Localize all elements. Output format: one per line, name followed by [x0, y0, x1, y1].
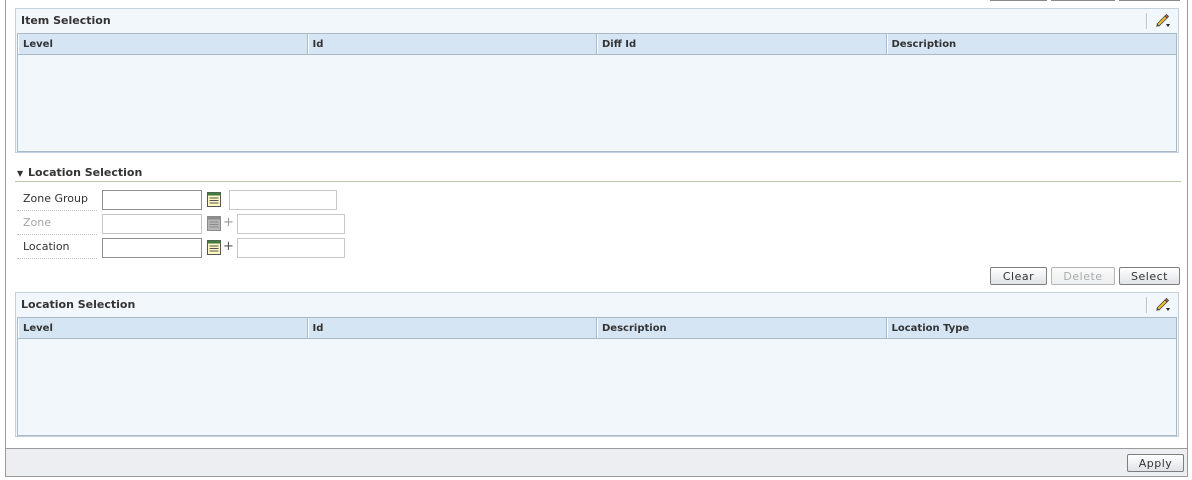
zone-label: Zone — [17, 213, 97, 235]
zone-group-input[interactable] — [102, 190, 202, 210]
location-selection-title: Location Selection — [21, 298, 136, 311]
column-header-location-type[interactable]: Location Type — [886, 318, 1177, 338]
item-selection-toolbar — [1146, 12, 1172, 30]
column-header-description[interactable]: Description — [597, 318, 887, 338]
dialog-footer: Apply — [5, 448, 1188, 477]
column-header-level[interactable]: Level — [18, 318, 308, 338]
item-selection-title: Item Selection — [21, 14, 111, 27]
triangle-down-icon[interactable]: ▼ — [17, 169, 23, 178]
add-multiple-icon[interactable]: + — [223, 240, 234, 254]
select-button[interactable]: Select — [1119, 267, 1180, 285]
table-header-row: Level Id Description Location Type — [18, 318, 1176, 339]
top-button-stub — [990, 0, 1047, 1]
location-selection-panel: Location Selection Level Id Description … — [15, 292, 1179, 437]
zone-group-label: Zone Group — [17, 189, 97, 211]
top-button-stub — [1051, 0, 1115, 1]
location-description — [237, 238, 345, 258]
list-picker-icon[interactable] — [207, 192, 221, 207]
clear-button[interactable]: Clear — [990, 267, 1047, 285]
zone-group-row: Zone Group — [17, 189, 347, 211]
location-selection-header: Location Selection — [16, 293, 1178, 317]
item-selection-table: Level Id Diff Id Description — [17, 33, 1177, 152]
window-frame-right — [1187, 0, 1188, 450]
location-section-title: Location Selection — [28, 166, 143, 179]
table-body — [18, 55, 1176, 151]
toolbar-divider — [1146, 13, 1148, 29]
delete-button: Delete — [1051, 267, 1115, 285]
zone-input — [102, 214, 202, 234]
column-header-level[interactable]: Level — [18, 34, 308, 54]
location-label: Location — [17, 237, 97, 259]
zone-group-description — [229, 190, 337, 210]
top-button-row-edge — [0, 0, 1192, 2]
pencil-edit-icon[interactable] — [1154, 296, 1172, 315]
location-row: Location + — [17, 237, 347, 259]
zone-description — [237, 214, 345, 234]
add-multiple-icon: + — [223, 215, 234, 230]
pencil-edit-icon[interactable] — [1154, 12, 1172, 31]
window-frame-left — [5, 0, 6, 450]
apply-button[interactable]: Apply — [1127, 454, 1184, 472]
table-header-row: Level Id Diff Id Description — [18, 34, 1176, 55]
toolbar-divider — [1146, 297, 1148, 313]
location-selection-toolbar — [1146, 296, 1172, 314]
zone-row: Zone + — [17, 213, 347, 235]
item-selection-header: Item Selection — [16, 9, 1178, 33]
location-selection-section[interactable]: ▼ Location Selection — [15, 165, 1181, 182]
location-input[interactable] — [102, 238, 202, 258]
table-body — [18, 339, 1176, 435]
column-header-id[interactable]: Id — [307, 34, 597, 54]
column-header-diff-id[interactable]: Diff Id — [597, 34, 887, 54]
column-header-description[interactable]: Description — [886, 34, 1177, 54]
location-selection-table: Level Id Description Location Type — [17, 317, 1177, 436]
top-button-stub — [1119, 0, 1180, 1]
list-picker-icon-disabled — [207, 216, 221, 231]
column-header-id[interactable]: Id — [307, 318, 597, 338]
list-picker-icon[interactable] — [207, 240, 221, 255]
item-selection-panel: Item Selection Level Id Diff Id Descript… — [15, 8, 1179, 153]
